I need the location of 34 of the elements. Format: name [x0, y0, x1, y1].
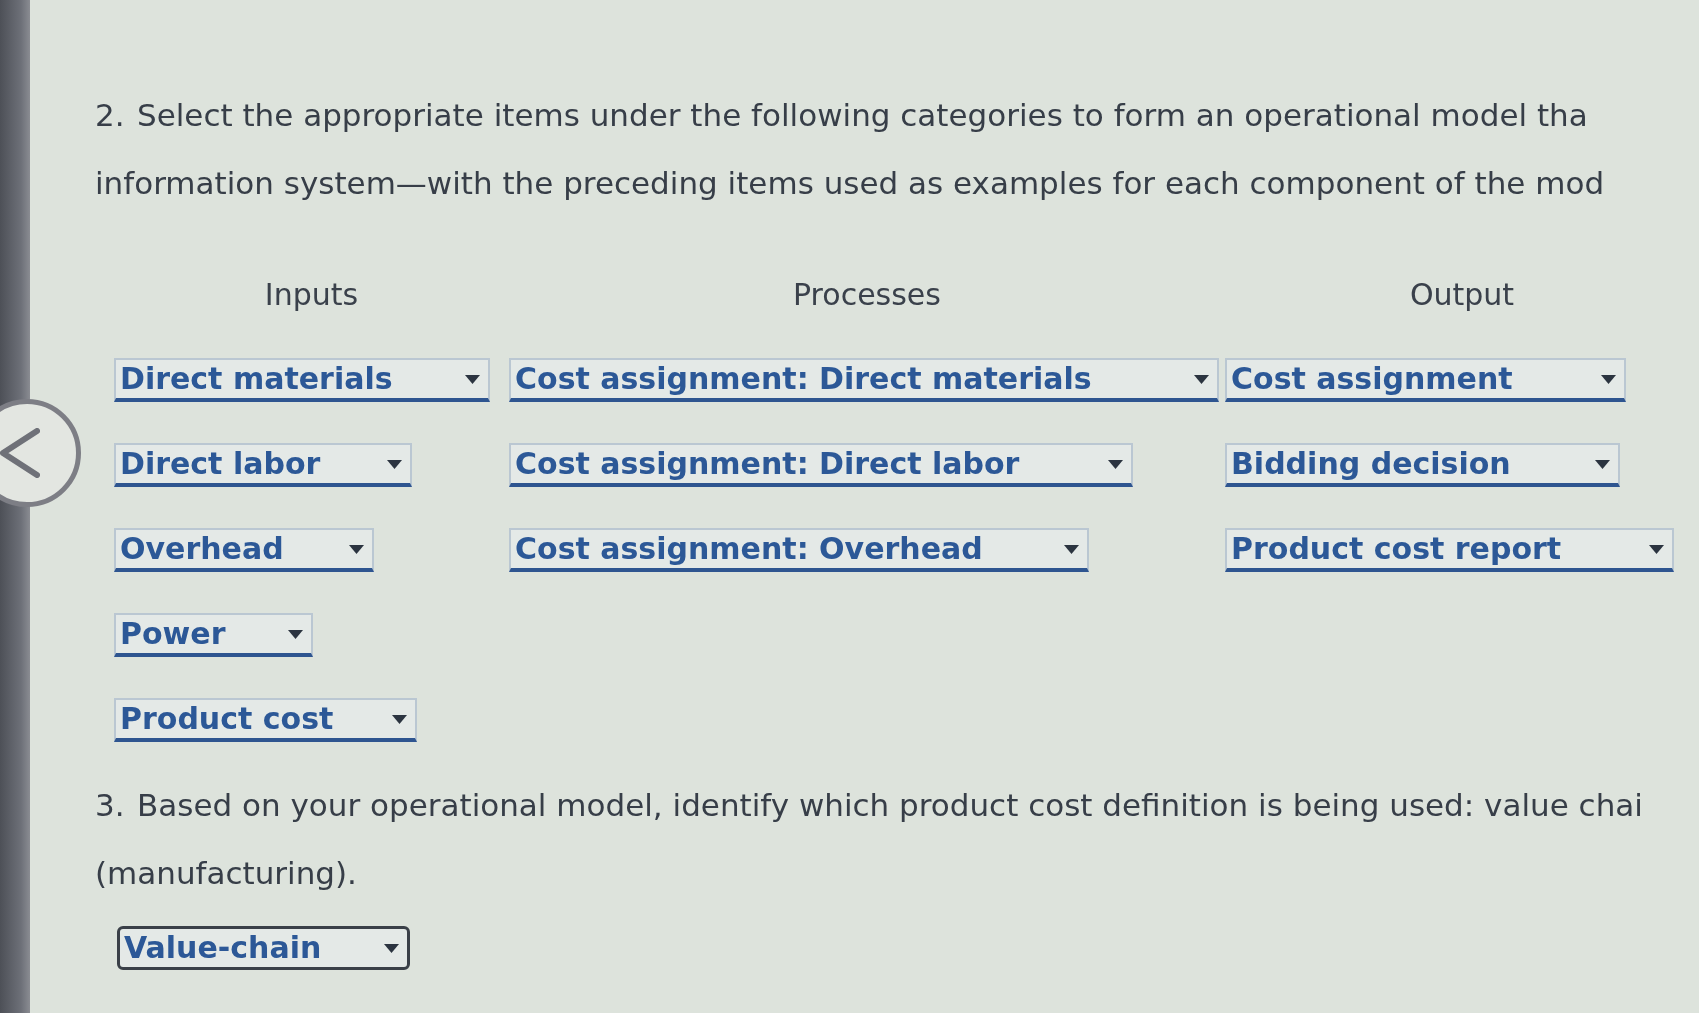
caret-icon [1108, 459, 1123, 469]
caret-icon [387, 459, 402, 469]
caret-icon [392, 714, 407, 724]
question-number: 3. [95, 786, 125, 825]
dropdown[interactable]: Direct materials [114, 358, 490, 402]
column-heading: Processes [793, 276, 941, 314]
dropdown[interactable]: Product cost report [1225, 528, 1674, 572]
question-text: Based on your operational model, identify which product cost definition is being used: value chai [136, 786, 1643, 825]
column-heading: Output [1409, 276, 1515, 314]
caret-icon [288, 629, 303, 639]
chevron-left-icon [0, 428, 40, 478]
column-heading: Inputs [264, 276, 359, 314]
question-number: 2. [95, 96, 125, 135]
caret-icon [1601, 374, 1616, 384]
dropdown[interactable]: Cost assignment: Direct materials [509, 358, 1219, 402]
caret-icon [1595, 459, 1610, 469]
caret-icon [349, 544, 364, 554]
dropdown[interactable]: Bidding decision [1225, 443, 1620, 487]
question-text: information system—with the preceding items used as examples for each component of the mod [95, 164, 1605, 203]
caret-icon [1194, 374, 1209, 384]
question-text: Select the appropriate items under the following categories to form an operational model tha [136, 96, 1588, 135]
dropdown[interactable]: Cost assignment: Direct labor [509, 443, 1133, 487]
dropdown[interactable]: Power [114, 613, 313, 657]
caret-icon [465, 374, 480, 384]
dropdown[interactable]: Value-chain [117, 926, 410, 970]
caret-icon [384, 943, 399, 953]
caret-icon [1649, 544, 1664, 554]
dropdown[interactable]: Overhead [114, 528, 374, 572]
dropdown[interactable]: Product cost [114, 698, 417, 742]
dropdown[interactable]: Cost assignment [1225, 358, 1626, 402]
question-text: (manufacturing). [95, 854, 357, 893]
dropdown[interactable]: Cost assignment: Overhead [509, 528, 1089, 572]
caret-icon [1064, 544, 1079, 554]
dropdown[interactable]: Direct labor [114, 443, 412, 487]
